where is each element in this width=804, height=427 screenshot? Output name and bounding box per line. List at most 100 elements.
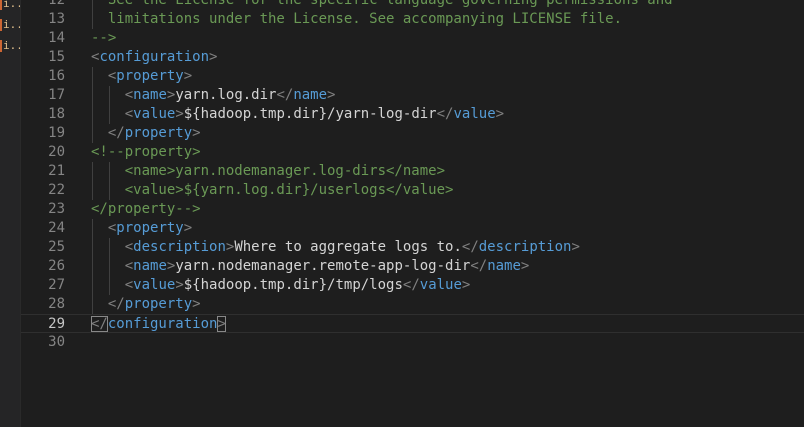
code-content: </property> bbox=[91, 295, 201, 314]
line-number: 26 bbox=[48, 258, 65, 274]
tag-name: property bbox=[116, 68, 184, 84]
tag-bracket: < bbox=[124, 87, 134, 103]
text-content: ${hadoop.tmp.dir}/tmp/logs bbox=[183, 277, 403, 293]
tag-name: name bbox=[293, 87, 328, 103]
tag-bracket: > bbox=[183, 68, 193, 84]
explorer-item-label: i... bbox=[3, 0, 20, 10]
tag-name: value bbox=[133, 106, 176, 122]
tag-bracket: < bbox=[124, 239, 134, 255]
code-content: --> bbox=[91, 29, 116, 48]
code-line[interactable]: 26 <name>yarn.nodemanager.remote-app-log… bbox=[21, 257, 804, 276]
tag-bracket: </ bbox=[107, 296, 125, 312]
comment-text: </property--> bbox=[91, 201, 201, 217]
code-content: <name>yarn.nodemanager.remote-app-log-di… bbox=[91, 257, 530, 276]
tag-name: configuration bbox=[99, 49, 210, 65]
comment-text: <!--property> bbox=[91, 144, 201, 160]
code-line[interactable]: 15 <configuration> bbox=[21, 48, 804, 67]
tag-name: name bbox=[133, 87, 167, 103]
tag-name: name bbox=[487, 258, 521, 274]
tag-bracket: > bbox=[520, 258, 530, 274]
code-line[interactable]: 19 </property> bbox=[21, 124, 804, 143]
code-content: See the License for the specific languag… bbox=[91, 0, 673, 10]
code-line[interactable]: 30 bbox=[21, 333, 804, 352]
code-content: <name>yarn.nodemanager.log-dirs</name> bbox=[91, 162, 445, 181]
tag-name: name bbox=[133, 258, 167, 274]
code-line[interactable]: 25 <description>Where to aggregate logs … bbox=[21, 238, 804, 257]
modified-marker-icon bbox=[0, 19, 2, 31]
code-line[interactable]: 17 <name>yarn.log.dir</name> bbox=[21, 86, 804, 105]
text-content: Where to aggregate logs to. bbox=[234, 239, 462, 255]
code-content: <description>Where to aggregate logs to.… bbox=[91, 238, 580, 257]
code-line[interactable]: 21 <name>yarn.nodemanager.log-dirs</name… bbox=[21, 162, 804, 181]
comment-text: limitations under the License. See accom… bbox=[91, 11, 623, 27]
explorer-item[interactable]: i... bbox=[0, 17, 20, 33]
line-number: 30 bbox=[48, 334, 65, 350]
text-content: yarn.nodemanager.remote-app-log-dir bbox=[175, 258, 471, 274]
tag-bracket: > bbox=[461, 277, 471, 293]
code-line[interactable]: 14 --> bbox=[21, 29, 804, 48]
tag-bracket: </ bbox=[107, 125, 125, 141]
code-line[interactable]: 24 <property> bbox=[21, 219, 804, 238]
modified-marker-icon bbox=[0, 0, 2, 10]
code-content: <name>yarn.log.dir</name> bbox=[91, 86, 336, 105]
text-content: yarn.log.dir bbox=[175, 87, 277, 103]
tag-bracket: < bbox=[124, 106, 134, 122]
tag-name: configuration bbox=[107, 316, 218, 332]
text-content bbox=[91, 125, 108, 141]
tag-bracket: > bbox=[217, 316, 226, 332]
code-line[interactable]: 20 <!--property> bbox=[21, 143, 804, 162]
line-number: 18 bbox=[48, 106, 65, 122]
tag-bracket: </ bbox=[470, 258, 488, 274]
line-number: 25 bbox=[48, 239, 65, 255]
comment-text: --> bbox=[91, 30, 117, 46]
text-content bbox=[91, 220, 108, 236]
tag-bracket: > bbox=[192, 125, 201, 141]
tag-name: value bbox=[453, 106, 496, 122]
code-line[interactable]: 16 <property> bbox=[21, 67, 804, 86]
line-number: 16 bbox=[48, 68, 65, 84]
line-number: 15 bbox=[48, 49, 65, 65]
line-number: 12 bbox=[48, 0, 65, 8]
comment-text: See the License for the specific languag… bbox=[91, 0, 673, 8]
comment-text: <value>${yarn.log.dir}/userlogs</value> bbox=[91, 182, 454, 198]
line-number: 19 bbox=[48, 125, 65, 141]
code-line[interactable]: 18 <value>${hadoop.tmp.dir}/yarn-log-dir… bbox=[21, 105, 804, 124]
tag-bracket: < bbox=[124, 258, 134, 274]
line-number: 22 bbox=[48, 182, 65, 198]
code-line[interactable]: 12 See the License for the specific lang… bbox=[21, 0, 804, 10]
code-content: <value>${hadoop.tmp.dir}/yarn-log-dir</v… bbox=[91, 105, 504, 124]
line-number: 23 bbox=[48, 201, 65, 217]
tag-bracket: > bbox=[192, 296, 201, 312]
tag-bracket: > bbox=[495, 106, 505, 122]
line-number: 24 bbox=[48, 220, 65, 236]
tag-bracket: </ bbox=[91, 316, 108, 332]
tag-bracket: > bbox=[571, 239, 580, 255]
code-content: </configuration> bbox=[91, 315, 226, 334]
editor-text-area[interactable]: 12 See the License for the specific lang… bbox=[21, 0, 804, 427]
code-line[interactable]: 23 </property--> bbox=[21, 200, 804, 219]
text-content bbox=[91, 68, 108, 84]
code-content: </property--> bbox=[91, 200, 201, 219]
line-number: 27 bbox=[48, 277, 65, 293]
code-line[interactable]: 28 </property> bbox=[21, 295, 804, 314]
line-number: 20 bbox=[48, 144, 65, 160]
code-line[interactable]: 27 <value>${hadoop.tmp.dir}/tmp/logs</va… bbox=[21, 276, 804, 295]
code-content: <configuration> bbox=[91, 48, 217, 67]
tag-name: value bbox=[419, 277, 462, 293]
code-line[interactable]: 29 </configuration> bbox=[21, 314, 804, 333]
code-line[interactable]: 22 <value>${yarn.log.dir}/userlogs</valu… bbox=[21, 181, 804, 200]
explorer-item[interactable]: i... bbox=[0, 0, 20, 12]
comment-text: <name>yarn.nodemanager.log-dirs</name> bbox=[91, 163, 446, 179]
explorer-item[interactable]: i... bbox=[0, 38, 20, 54]
code-content: <!--property> bbox=[91, 143, 201, 162]
explorer-item-label: i... bbox=[3, 39, 20, 52]
line-number: 29 bbox=[48, 316, 65, 332]
code-content: <property> bbox=[91, 67, 192, 86]
text-content: ${hadoop.tmp.dir}/yarn-log-dir bbox=[183, 106, 437, 122]
tag-bracket: </ bbox=[436, 106, 454, 122]
tag-bracket: < bbox=[124, 277, 134, 293]
code-line[interactable]: 13 limitations under the License. See ac… bbox=[21, 10, 804, 29]
tag-name: property bbox=[116, 220, 184, 236]
modified-marker-icon bbox=[0, 40, 2, 52]
tag-bracket: > bbox=[175, 277, 184, 293]
